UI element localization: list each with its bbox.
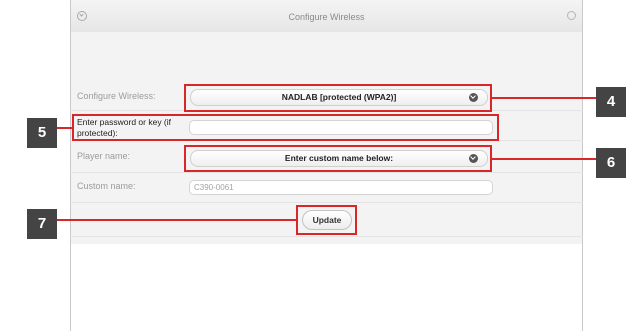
highlight-box-7	[296, 205, 357, 235]
callout-line-5	[57, 127, 72, 129]
row-divider	[70, 236, 583, 237]
callout-line-6	[492, 158, 596, 160]
highlight-box-4	[184, 84, 492, 112]
player-name-label: Player name:	[77, 151, 131, 161]
highlight-box-6	[184, 145, 492, 172]
callout-badge-7: 7	[27, 209, 57, 239]
callout-line-7	[57, 219, 296, 221]
window-title: Configure Wireless	[288, 12, 365, 22]
row-divider	[70, 172, 583, 173]
custom-name-label: Custom name:	[77, 181, 136, 191]
callout-badge-6: 6	[596, 148, 626, 178]
title-bar: Configure Wireless	[71, 0, 582, 33]
custom-name-input[interactable]: C390-0061	[189, 180, 493, 195]
highlight-box-5	[72, 114, 499, 141]
row-divider	[70, 202, 583, 203]
callout-line-4	[492, 97, 596, 99]
circle-icon[interactable]	[567, 11, 576, 20]
configure-wireless-label: Configure Wireless:	[77, 91, 156, 101]
callout-badge-5: 5	[27, 118, 57, 148]
callout-badge-4: 4	[596, 87, 626, 117]
